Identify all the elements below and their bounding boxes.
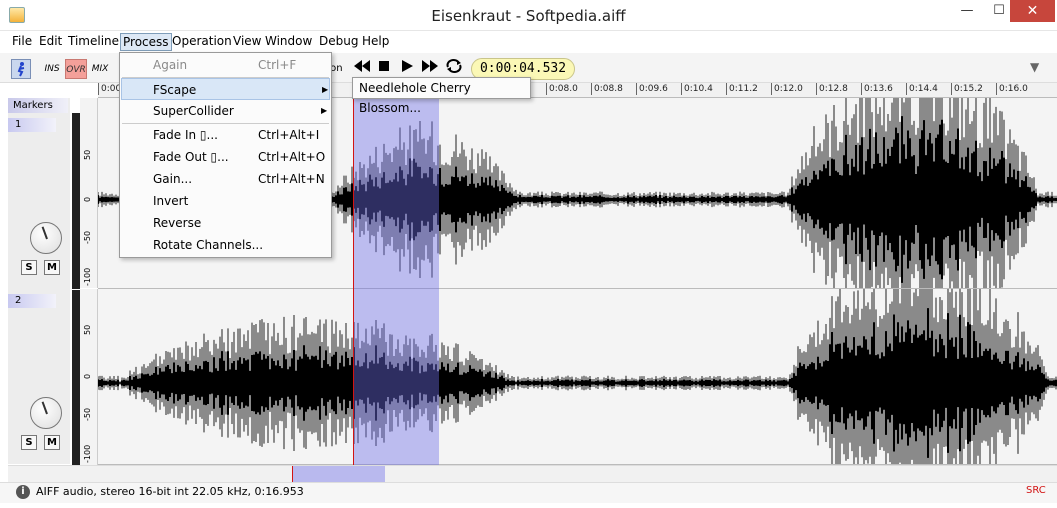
amp-label: 0 bbox=[83, 196, 92, 202]
ruler-label: 0:14.4 bbox=[909, 84, 938, 94]
menu-edit[interactable]: Edit bbox=[37, 33, 64, 51]
ruler-tick bbox=[681, 83, 682, 95]
ruler-label: 0:11.2 bbox=[729, 84, 758, 94]
menu-item-fade-out[interactable]: Fade Out ▯... Ctrl+Alt+O bbox=[121, 146, 330, 168]
scrollbar-thumb[interactable] bbox=[292, 466, 385, 482]
menu-bar: File Edit Timeline Process Operation Vie… bbox=[0, 31, 1057, 51]
rewind-icon[interactable] bbox=[352, 58, 372, 78]
timeline-scrollbar[interactable] bbox=[8, 465, 1057, 482]
ruler-tick bbox=[861, 83, 862, 95]
amp-label: -100 bbox=[83, 444, 92, 463]
amp-label: 50 bbox=[83, 324, 92, 335]
submenu-arrow-icon: ▶ bbox=[321, 106, 328, 115]
amp-label: -100 bbox=[83, 267, 92, 286]
ruler-label: 0:15.2 bbox=[954, 84, 983, 94]
ruler-tick bbox=[98, 83, 99, 95]
ruler-tick bbox=[591, 83, 592, 95]
waveform-track-2[interactable] bbox=[98, 289, 1057, 465]
menu-help[interactable]: Help bbox=[360, 33, 391, 51]
ruler-label: 0:09.6 bbox=[639, 84, 668, 94]
solo-button-1[interactable]: S bbox=[21, 260, 37, 275]
submenu-arrow-icon: ▶ bbox=[322, 85, 329, 94]
level-meter-1 bbox=[72, 113, 80, 289]
status-text: AIFF audio, stereo 16-bit int 22.05 kHz,… bbox=[36, 485, 304, 498]
fast-forward-icon[interactable] bbox=[420, 58, 440, 78]
level-meter-2 bbox=[72, 290, 80, 465]
menu-item-rotate-channels[interactable]: Rotate Channels... bbox=[121, 234, 330, 256]
ruler-label: 0:16.0 bbox=[999, 84, 1028, 94]
amp-label: -50 bbox=[83, 407, 92, 421]
chevron-down-icon[interactable]: ▼ bbox=[1030, 60, 1039, 74]
amp-label: -50 bbox=[83, 230, 92, 244]
ruler-label: 0:12.8 bbox=[819, 84, 848, 94]
amp-label: 50 bbox=[83, 149, 92, 160]
info-icon: i bbox=[16, 485, 30, 499]
menu-item-reverse[interactable]: Reverse bbox=[121, 212, 330, 234]
ruler-label: 0:08.0 bbox=[549, 84, 578, 94]
menu-item-gain[interactable]: Gain... Ctrl+Alt+N bbox=[121, 168, 330, 190]
waveform-graphic bbox=[98, 289, 1057, 464]
menu-item-fade-in[interactable]: Fade In ▯... Ctrl+Alt+I bbox=[121, 124, 330, 146]
ruler-label: 0:10.4 bbox=[684, 84, 713, 94]
time-selection[interactable] bbox=[354, 98, 439, 465]
menu-window[interactable]: Window bbox=[263, 33, 314, 51]
pan-knob-1[interactable] bbox=[30, 222, 62, 254]
fscape-submenu: Needlehole Cherry Blossom... bbox=[352, 77, 531, 115]
ruler-tick bbox=[996, 83, 997, 95]
mix-mode-button[interactable]: MIX bbox=[89, 59, 111, 79]
overwrite-mode-button[interactable]: OVR bbox=[65, 59, 87, 79]
src-indicator: SRC bbox=[1026, 485, 1046, 496]
ruler-label: 0:08.8 bbox=[594, 84, 623, 94]
track-label-2[interactable]: 2 bbox=[8, 294, 56, 308]
mute-button-2[interactable]: M bbox=[44, 435, 60, 450]
ruler-label: 0:12.0 bbox=[774, 84, 803, 94]
process-menu: Again Ctrl+F FScape ▶ SuperCollider ▶ Fa… bbox=[119, 52, 332, 258]
menu-debug[interactable]: Debug bbox=[317, 33, 360, 51]
amp-label: 0 bbox=[83, 373, 92, 379]
menu-item-invert[interactable]: Invert bbox=[121, 190, 330, 212]
ruler-tick bbox=[771, 83, 772, 95]
title-bar: Eisenkraut - Softpedia.aiff — ☐ ✕ bbox=[0, 0, 1057, 31]
loop-icon[interactable] bbox=[444, 58, 464, 79]
menu-timeline[interactable]: Timeline bbox=[66, 33, 121, 51]
ruler-tick bbox=[636, 83, 637, 95]
pan-knob-2[interactable] bbox=[30, 397, 62, 429]
mute-button-1[interactable]: M bbox=[44, 260, 60, 275]
menu-item-again[interactable]: Again Ctrl+F bbox=[121, 54, 330, 76]
menu-process[interactable]: Process bbox=[120, 33, 172, 51]
amplitude-axis-2: 50 0 -50 -100 bbox=[80, 289, 98, 465]
menu-item-fscape[interactable]: FScape ▶ bbox=[121, 78, 330, 100]
window-title: Eisenkraut - Softpedia.aiff bbox=[431, 7, 626, 25]
track-label-1[interactable]: 1 bbox=[8, 118, 56, 132]
ruler-tick bbox=[726, 83, 727, 95]
insert-mode-button[interactable]: INS bbox=[42, 59, 62, 79]
minimize-button[interactable]: — bbox=[952, 0, 982, 22]
ruler-tick bbox=[906, 83, 907, 95]
menu-operation[interactable]: Operation bbox=[170, 33, 234, 51]
play-icon[interactable] bbox=[397, 58, 417, 78]
ruler-tick bbox=[816, 83, 817, 95]
solo-button-2[interactable]: S bbox=[21, 435, 37, 450]
menu-view[interactable]: View bbox=[231, 33, 263, 51]
menu-file[interactable]: File bbox=[10, 33, 34, 51]
menu-item-supercollider[interactable]: SuperCollider ▶ bbox=[121, 100, 330, 122]
ruler-label: 0:13.6 bbox=[864, 84, 893, 94]
markers-tab[interactable]: Markers bbox=[8, 98, 68, 113]
pointer-tool-icon[interactable] bbox=[11, 59, 31, 79]
stop-icon[interactable] bbox=[374, 58, 394, 78]
close-button[interactable]: ✕ bbox=[1010, 0, 1055, 22]
playhead-cursor[interactable] bbox=[353, 98, 354, 465]
ruler-tick bbox=[951, 83, 952, 95]
ruler-tick bbox=[546, 83, 547, 95]
amplitude-axis-1: 50 0 -50 -100 bbox=[80, 98, 98, 288]
